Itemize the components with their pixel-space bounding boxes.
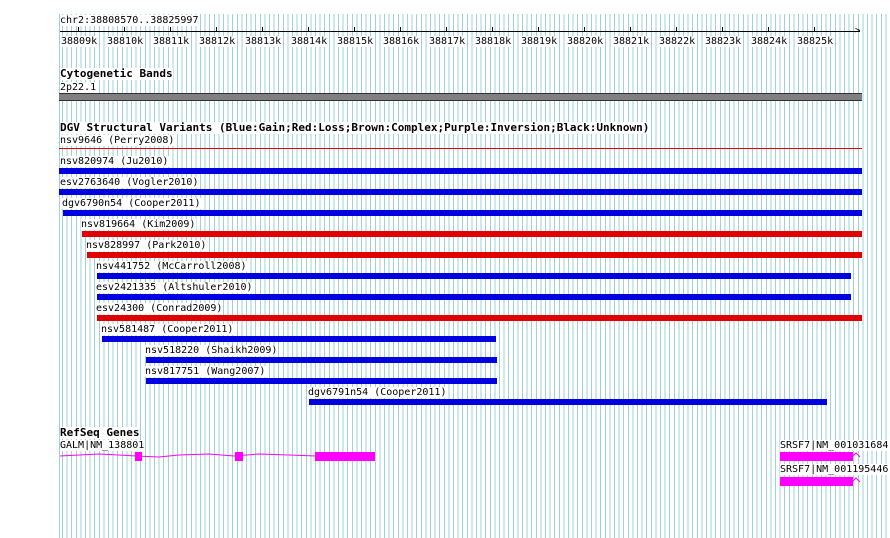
variant-label-esv24300: esv24300 (Conrad2009) <box>96 303 224 314</box>
ruler-tick-label: 38811k <box>153 36 190 47</box>
variant-bar-nsv518220[interactable] <box>146 357 497 363</box>
ruler-tick-label: 38816k <box>383 36 420 47</box>
ruler-tick <box>584 27 585 32</box>
gene-galm-exon[interactable] <box>135 452 142 461</box>
variant-label-nsv9646: nsv9646 (Perry2008) <box>60 135 176 146</box>
variant-bar-esv24300[interactable] <box>97 315 862 321</box>
ruler-tick-label: 38817k <box>429 36 466 47</box>
ruler-arrow-icon: > <box>855 26 861 36</box>
ruler-tick-label: 38822k <box>659 36 696 47</box>
variant-bar-nsv820974[interactable] <box>59 168 862 174</box>
ruler-tick <box>400 27 401 32</box>
ruler-tick-label: 38812k <box>199 36 236 47</box>
ruler-tick <box>78 27 79 32</box>
ruler-tick <box>814 27 815 32</box>
gene-galm-exon[interactable] <box>315 452 375 461</box>
variant-label-dgv6791n54: dgv6791n54 (Cooper2011) <box>308 387 448 398</box>
ruler-tick-label: 38825k <box>797 36 834 47</box>
ruler-tick-label: 38823k <box>705 36 742 47</box>
variant-label-esv2421335: esv2421335 (Altshuler2010) <box>96 282 254 293</box>
ruler-tick-label: 38809k <box>61 36 98 47</box>
variant-bar-esv2763640[interactable] <box>59 189 862 195</box>
gene-srsf7-1-strand-icon <box>852 452 861 458</box>
variant-label-nsv820974: nsv820974 (Ju2010) <box>60 156 170 167</box>
variant-bar-nsv819664[interactable] <box>82 231 862 237</box>
cytoband-bar[interactable] <box>59 93 862 101</box>
variant-label-nsv581487: nsv581487 (Cooper2011) <box>101 324 235 335</box>
variant-label-nsv441752: nsv441752 (McCarroll2008) <box>96 261 248 272</box>
variant-label-esv2763640: esv2763640 (Vogler2010) <box>60 177 200 188</box>
ruler-tick-label: 38810k <box>107 36 144 47</box>
ruler-tick-label: 38824k <box>751 36 788 47</box>
variant-bar-nsv828997[interactable] <box>87 252 862 258</box>
ruler-tick <box>676 27 677 32</box>
gene-label-srsf7-1: SRSF7|NM_001031684 <box>780 440 890 451</box>
cytoband-track-title: Cytogenetic Bands <box>60 67 173 80</box>
ruler-tick <box>768 27 769 32</box>
ruler-tick <box>216 27 217 32</box>
ruler-tick <box>124 27 125 32</box>
ruler-tick <box>722 27 723 32</box>
cytoband-label: 2p22.1 <box>60 82 98 93</box>
gene-label-srsf7-2: SRSF7|NM_001195446 <box>780 464 890 475</box>
ruler-axis-line <box>60 31 860 32</box>
ruler-tick-label: 38820k <box>567 36 604 47</box>
gene-srsf7-1-exon[interactable] <box>780 452 853 461</box>
variant-bar-dgv6791n54[interactable] <box>309 399 827 405</box>
ruler-tick-label: 38819k <box>521 36 558 47</box>
coordinate-range-label: chr2:38808570..38825997 <box>60 15 200 26</box>
variant-bar-nsv441752[interactable] <box>97 273 851 279</box>
variant-label-nsv817751: nsv817751 (Wang2007) <box>145 366 267 377</box>
ruler-tick-label: 38813k <box>245 36 282 47</box>
variant-label-dgv6790n54: dgv6790n54 (Cooper2011) <box>62 198 202 209</box>
variant-bar-dgv6790n54[interactable] <box>63 210 862 216</box>
dgv-track-title: DGV Structural Variants (Blue:Gain;Red:L… <box>60 121 650 134</box>
variant-bar-nsv581487[interactable] <box>102 336 496 342</box>
gene-galm-exon[interactable] <box>235 452 243 461</box>
ruler-tick-label: 38815k <box>337 36 374 47</box>
ruler-tick-label: 38818k <box>475 36 512 47</box>
ruler-tick <box>492 27 493 32</box>
ruler-tick <box>630 27 631 32</box>
ruler-tick <box>262 27 263 32</box>
ruler-tick-label: 38821k <box>613 36 650 47</box>
ruler-tick <box>308 27 309 32</box>
refseq-track-title: RefSeq Genes <box>60 426 140 439</box>
ruler-tick <box>354 27 355 32</box>
variant-label-nsv518220: nsv518220 (Shaikh2009) <box>145 345 279 356</box>
variant-bar-nsv817751[interactable] <box>146 378 497 384</box>
ruler-tick <box>446 27 447 32</box>
variant-label-nsv819664: nsv819664 (Kim2009) <box>81 219 197 230</box>
ruler-tick <box>538 27 539 32</box>
variant-bar-nsv9646[interactable] <box>59 148 862 149</box>
ruler-tick <box>170 27 171 32</box>
ruler-tick-label: 38814k <box>291 36 328 47</box>
variant-label-nsv828997: nsv828997 (Park2010) <box>86 240 208 251</box>
gene-srsf7-2-exon[interactable] <box>780 477 853 486</box>
variant-bar-esv2421335[interactable] <box>97 294 851 300</box>
gene-srsf7-2-strand-icon <box>852 477 861 483</box>
